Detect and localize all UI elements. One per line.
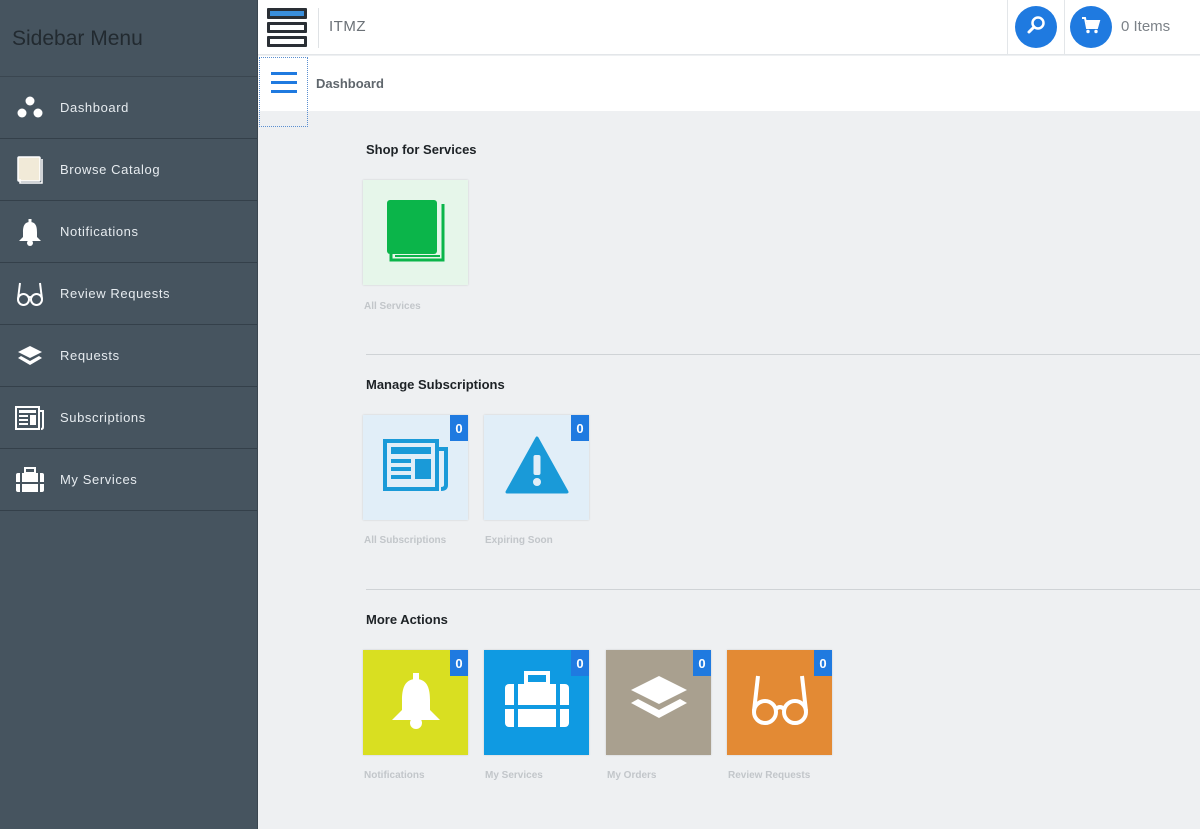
tile-caption: Review Requests [728, 770, 811, 781]
glasses-icon [750, 673, 810, 732]
server-logo-icon[interactable] [266, 6, 308, 48]
tile-caption: Expiring Soon [485, 535, 553, 546]
sidebar-item-dashboard[interactable]: Dashboard [0, 77, 257, 139]
count-badge: 0 [450, 415, 468, 441]
breadcrumb: Dashboard [316, 76, 384, 91]
bell-icon [0, 218, 60, 246]
section-title-more-actions: More Actions [366, 612, 448, 627]
menu-toggle-button[interactable] [259, 57, 308, 127]
count-badge: 0 [693, 650, 711, 676]
section-divider [366, 589, 1200, 590]
tile-all-subscriptions[interactable]: 0 [363, 415, 468, 520]
count-badge: 0 [571, 650, 589, 676]
cart-item-count[interactable]: 0 Items [1121, 18, 1170, 35]
tile-my-orders[interactable]: 0 [606, 650, 711, 755]
tile-caption: All Services [364, 301, 421, 312]
sidebar-item-requests[interactable]: Requests [0, 325, 257, 387]
sidebar-item-label: Notifications [60, 224, 139, 239]
cart-icon [1081, 15, 1101, 40]
sidebar-item-label: Browse Catalog [60, 162, 161, 177]
sidebar-item-browse-catalog[interactable]: Browse Catalog [0, 139, 257, 201]
section-title-shop: Shop for Services [366, 142, 477, 157]
top-bar: ITMZ 0 Items [258, 0, 1200, 55]
layers-icon [629, 674, 689, 731]
tile-caption: My Services [485, 770, 543, 781]
sidebar-item-label: Dashboard [60, 100, 129, 115]
divider [1064, 0, 1065, 55]
dots-icon [0, 96, 60, 120]
sidebar-item-my-services[interactable]: My Services [0, 449, 257, 511]
briefcase-icon [503, 671, 571, 734]
layers-icon [0, 345, 60, 367]
warning-icon [505, 436, 569, 499]
sidebar-item-subscriptions[interactable]: Subscriptions [0, 387, 257, 449]
tile-my-services[interactable]: 0 [484, 650, 589, 755]
book-icon [0, 155, 60, 184]
count-badge: 0 [571, 415, 589, 441]
section-title-subscriptions: Manage Subscriptions [366, 377, 505, 392]
sidebar: Sidebar Menu Dashboard Browse Catalog No… [0, 0, 258, 829]
sidebar-item-notifications[interactable]: Notifications [0, 201, 257, 263]
section-divider [366, 354, 1200, 355]
tile-caption: All Subscriptions [364, 535, 447, 546]
sidebar-title: Sidebar Menu [0, 0, 257, 77]
cart-button[interactable] [1070, 6, 1112, 48]
briefcase-icon [0, 466, 60, 493]
search-icon [1026, 15, 1046, 40]
bell-icon [386, 670, 446, 735]
tile-notifications[interactable]: 0 [363, 650, 468, 755]
newspaper-icon [382, 439, 449, 496]
book-icon [385, 198, 447, 267]
sidebar-item-review-requests[interactable]: Review Requests [0, 263, 257, 325]
breadcrumb-bar: Dashboard [258, 56, 1200, 127]
count-badge: 0 [814, 650, 832, 676]
sidebar-item-label: Subscriptions [60, 410, 146, 425]
tile-caption: Notifications [364, 770, 425, 781]
glasses-icon [0, 281, 60, 307]
tile-all-services[interactable] [363, 180, 468, 285]
hamburger-icon [270, 72, 297, 126]
sidebar-item-label: Review Requests [60, 286, 171, 301]
search-button[interactable] [1015, 6, 1057, 48]
tile-expiring-soon[interactable]: 0 [484, 415, 589, 520]
brand-name: ITMZ [329, 18, 366, 35]
newspaper-icon [0, 405, 60, 430]
divider [1007, 0, 1008, 55]
sidebar-item-label: My Services [60, 472, 138, 487]
tile-caption: My Orders [607, 770, 657, 781]
sidebar-item-label: Requests [60, 348, 120, 363]
divider [318, 8, 319, 48]
count-badge: 0 [450, 650, 468, 676]
tile-review-requests[interactable]: 0 [727, 650, 832, 755]
